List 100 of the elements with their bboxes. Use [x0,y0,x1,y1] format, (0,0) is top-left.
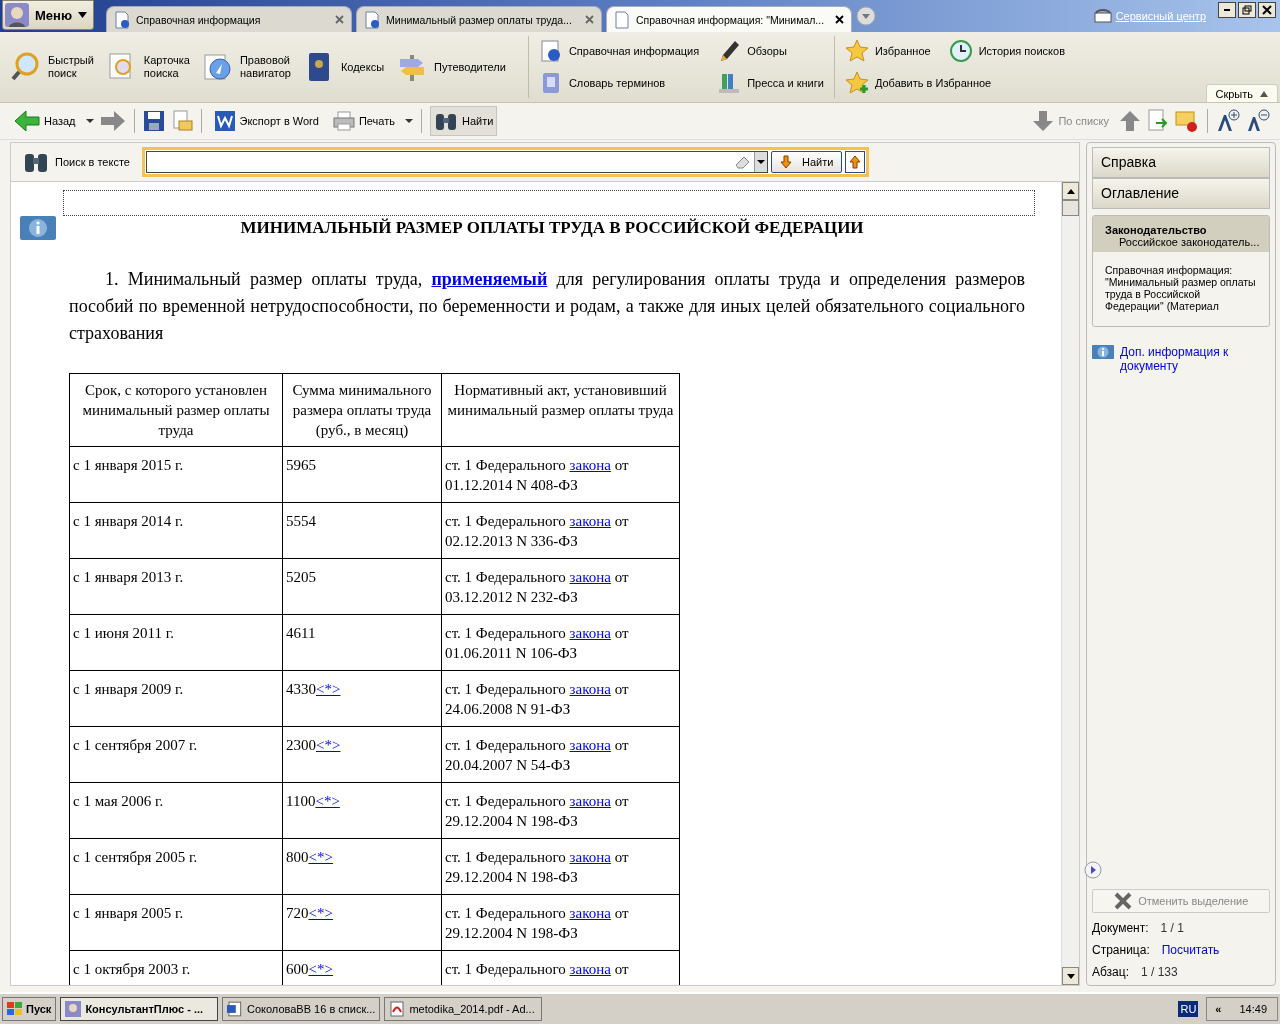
law-link[interactable]: закона [569,737,611,753]
table-cell: 1100 [286,793,316,809]
ribbon-button[interactable]: Пресса и книги [717,71,824,95]
column-header: Нормативный акт, установивший минимальный размер оплаты труда [441,373,680,447]
stat-label: Документ: [1092,921,1149,935]
dropdown-button[interactable] [753,152,767,172]
taskbar-button[interactable]: metodika_2014.pdf - Ad... [384,997,543,1021]
restore-icon [1242,5,1252,15]
law-link[interactable]: закона [569,569,611,585]
ribbon-button[interactable]: Путеводители [396,51,506,83]
expand-icon[interactable] [1084,861,1102,879]
minimize-button[interactable] [1218,2,1236,18]
language-indicator[interactable]: RU [1178,1001,1199,1017]
books-icon [717,71,742,95]
scroll-up-button[interactable] [1062,182,1079,200]
find-button[interactable]: Найти [429,106,498,136]
cross-icon [1114,892,1133,910]
close-button[interactable] [1258,2,1276,18]
table-cell: 5965 [286,457,316,473]
column-header: Сумма минимального размера оплаты труда (руб., в месяц) [282,373,442,447]
hide-ribbon-button[interactable]: Скрыть [1206,84,1278,102]
table-cell: ст. 1 Федерального закона от 29.12.2004 N 198-ФЗ [445,849,629,885]
ribbon-button[interactable]: Обзоры [717,39,824,63]
ribbon-button[interactable]: Словарь терминов [538,71,700,95]
stat-label: Абзац: [1092,965,1129,979]
count-link[interactable]: Посчитать [1161,943,1220,957]
scroll-down-button[interactable] [1062,967,1079,985]
ribbon-button[interactable]: Избранное [844,39,931,63]
table-cell: с 1 января 2013 г. [69,558,283,615]
footnote-link[interactable]: <*> [308,961,333,977]
ribbon-button[interactable]: Добавить в Избранное [844,71,1065,95]
font-decrease-icon[interactable] [1246,109,1270,133]
save-icon[interactable] [142,110,165,132]
document-tab[interactable]: Справочная информация [106,6,352,32]
word-icon [213,110,236,132]
show-hidden-icons-button[interactable]: « [1215,1003,1222,1015]
column-header: Срок, с которого установлен минимальный размер оплаты труда [69,373,283,447]
note-delete-icon[interactable] [1175,109,1199,133]
scroll-thumb[interactable] [1062,200,1079,216]
document-tab[interactable]: Минимальный размер оплаты труда... [356,6,602,32]
taskbar-button[interactable]: КонсультантПлюс - ... [60,997,219,1021]
document-tab[interactable]: Справочная информация: "Минимал... [606,6,852,32]
law-link[interactable]: закона [569,625,611,641]
menu-button[interactable]: Меню [2,0,94,30]
document-icon [364,10,380,29]
footnote-link[interactable]: <*> [316,681,341,697]
print-button[interactable]: Печать [328,106,399,136]
side-tab[interactable]: Оглавление [1092,178,1271,209]
dropdown-icon[interactable] [856,6,876,26]
table-cell: ст. 1 Федерального закона от 29.12.2004 N 198-ФЗ [445,793,629,829]
up-arrow-icon[interactable] [1119,110,1141,132]
link[interactable]: применяемый [431,269,548,289]
law-link[interactable]: закона [569,905,611,921]
find-previous-button[interactable] [845,151,866,173]
table-cell: 2300 [286,737,316,753]
taskbar-button[interactable]: СоколоваВВ 16 в списк... [222,997,381,1021]
info-heading: Законодательство [1105,224,1208,236]
ribbon-button[interactable]: Справочная информация [538,39,700,63]
ribbon-button[interactable]: История поисков [948,39,1065,63]
footnote-link[interactable]: <*> [308,905,333,921]
law-link[interactable]: закона [569,457,611,473]
law-link[interactable]: закона [569,681,611,697]
footnote-link[interactable]: <*> [315,793,340,809]
caret-icon[interactable] [404,118,413,124]
caret-icon[interactable] [85,118,94,124]
table-cell: с 1 сентября 2007 г. [69,726,283,783]
ribbon-button[interactable]: Правовой навигатор [201,51,291,83]
document-title: МИНИМАЛЬНЫЙ РАЗМЕР ОПЛАТЫ ТРУДА В РОССИЙСКОЙ ФЕДЕРАЦИИ [239,218,865,238]
restore-button[interactable] [1238,2,1256,18]
search-label: Поиск в тексте [55,156,130,168]
search-field[interactable] [145,151,768,173]
law-link[interactable]: закона [569,849,611,865]
info-icon[interactable] [20,216,56,240]
close-icon[interactable] [835,15,844,24]
caret-icon [78,12,87,18]
forward-icon[interactable] [99,110,126,132]
export-word-button[interactable]: Экспорт в Word [209,106,323,136]
more-info-link[interactable]: Доп. информация к документу [1120,345,1250,373]
table-cell: с 1 июня 2011 г. [69,614,283,671]
table-cell: 5205 [286,569,316,585]
law-link[interactable]: закона [569,513,611,529]
law-link[interactable]: закона [569,961,611,977]
table-cell: ст. 1 Федерального закона от 24.06.2008 N 91-ФЗ [445,681,629,717]
find-next-button[interactable]: Найти [770,151,843,173]
clock-icon [948,39,973,63]
law-link[interactable]: закона [569,793,611,809]
start-button[interactable]: Пуск [2,997,57,1021]
ribbon-button[interactable]: Кодексы [302,51,385,83]
side-tab[interactable]: Справка [1092,147,1271,178]
stat-value: 1 / 133 [1141,965,1178,979]
paragraph: 1. Минимальный размер оплаты труда, применяемый для регулирования оплаты труда и определения размеров пособий по временной нетрудоспособности, по беременности и родам, а также для иных целей обязательного социального страхования [69,268,1025,345]
ribbon-button[interactable]: Быстрый поиск [10,51,94,83]
back-button[interactable]: Назад [10,106,80,136]
footnote-link[interactable]: <*> [308,849,333,865]
down-arrow-icon [1066,973,1075,979]
footnote-link[interactable]: <*> [316,737,341,753]
ribbon-button[interactable]: Карточка поиска [105,51,190,83]
up-arrow-icon [1066,188,1075,194]
printer-icon [332,111,355,131]
font-increase-icon[interactable] [1216,109,1240,133]
